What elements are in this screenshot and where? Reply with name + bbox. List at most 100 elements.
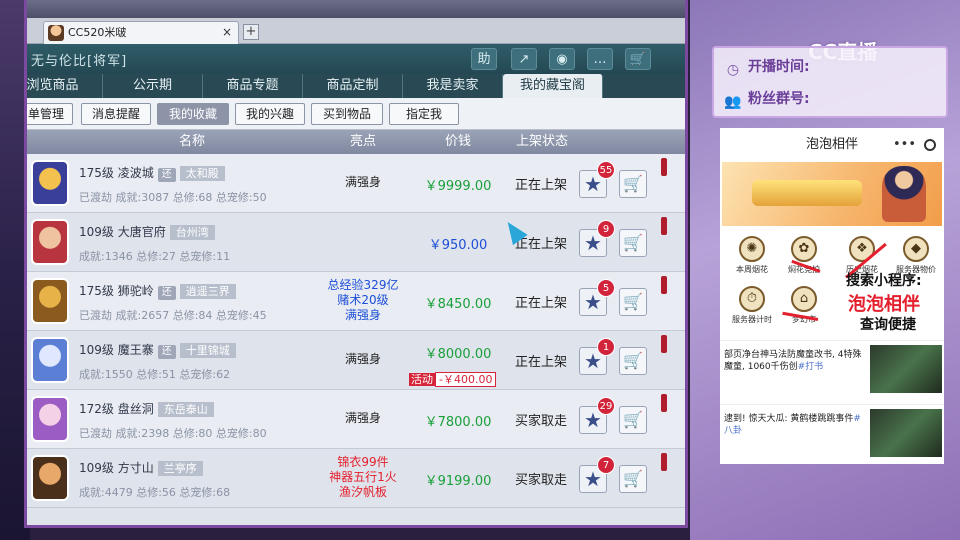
add-to-cart-icon[interactable]: 🛒 bbox=[619, 406, 647, 434]
news-text: 部页净台神马法防魔童改书, 4特殊魔童, 1060千伤创#打书 bbox=[724, 349, 864, 373]
subtab-assigned[interactable]: 指定我 bbox=[389, 103, 459, 125]
subtab-bought[interactable]: 买到物品 bbox=[311, 103, 383, 125]
add-to-cart-icon[interactable]: 🛒 bbox=[619, 465, 647, 493]
banner-text-plate bbox=[752, 180, 862, 206]
role-name[interactable]: 175级 凌波城还太和殿 bbox=[79, 164, 225, 182]
price: ￥9199.00 bbox=[424, 474, 492, 489]
return-tag: 还 bbox=[157, 345, 176, 359]
help-icon[interactable]: 助 bbox=[471, 48, 497, 70]
return-tag: 还 bbox=[157, 168, 176, 182]
server-tag: 东岳泰山 bbox=[157, 402, 214, 417]
server-tag: 兰亭序 bbox=[157, 461, 203, 476]
highlight-text: 渔汐帆板 bbox=[338, 485, 387, 499]
add-to-cart-icon[interactable]: 🛒 bbox=[619, 170, 647, 198]
miniapp-title-text: 泡泡相伴 bbox=[805, 137, 858, 152]
banner-character bbox=[882, 166, 926, 222]
return-tag: 还 bbox=[157, 286, 176, 300]
red-side-marker bbox=[661, 394, 667, 412]
clock-icon: ◷ bbox=[726, 62, 740, 78]
fireworks-week-button[interactable]: ✺ 本周烟花 bbox=[726, 236, 778, 275]
server-tag: 太和殿 bbox=[179, 166, 225, 181]
role-level-school: 109级 魔王寨 bbox=[79, 343, 154, 357]
role-level-school: 109级 大唐官府 bbox=[79, 225, 166, 239]
red-side-marker bbox=[661, 276, 667, 294]
highlight-text: 满强身 bbox=[344, 352, 381, 366]
share-icon[interactable]: ↗ bbox=[511, 48, 537, 70]
avatar[interactable] bbox=[31, 160, 69, 206]
ad-convenient: 查询便捷 bbox=[860, 317, 916, 333]
tab-seller[interactable]: 我是卖家 bbox=[403, 74, 503, 98]
subtab-interests[interactable]: 我的兴趣 bbox=[235, 103, 305, 125]
col-price: 价钱 bbox=[444, 134, 471, 149]
role-name[interactable]: 109级 魔王寨还十里锦城 bbox=[79, 341, 236, 359]
role-level-school: 109级 方寸山 bbox=[79, 461, 154, 475]
highlight-text: 锦衣99件 bbox=[337, 455, 389, 469]
table-row[interactable]: 175级 凌波城还太和殿 已渡劫 成就:3087 总修:68 总宠修:50 满强身 ￥… bbox=[27, 154, 685, 213]
server-tag: 台州湾 bbox=[169, 225, 215, 240]
tab-my-treasure[interactable]: 我的藏宝阁 bbox=[503, 74, 603, 98]
target-icon[interactable] bbox=[924, 139, 936, 151]
highlight-text: 神器五行1火 bbox=[329, 470, 397, 484]
table-row[interactable]: 175级 狮驼岭还逍遥三界 已渡劫 成就:2657 总修:84 总宠修:45 总经验… bbox=[27, 272, 685, 331]
red-side-marker bbox=[661, 335, 667, 353]
fans-group-label: 粉丝群号: bbox=[748, 91, 810, 107]
avatar[interactable] bbox=[31, 337, 69, 383]
highlight-text: 满强身 bbox=[344, 308, 381, 322]
table-body: 175级 凌波城还太和殿 已渡劫 成就:3087 总修:68 总宠修:50 满强身 ￥… bbox=[27, 154, 685, 508]
table-row[interactable]: 109级 方寸山 兰亭序成就:4479 总修:56 总宠修:68 锦衣99件 神器五行… bbox=[27, 449, 685, 508]
avatar[interactable] bbox=[31, 278, 69, 324]
table-row[interactable]: 109级 大唐官府 台州湾 成就:1346 总修:27 总宠修:11 ￥950.00 正… bbox=[27, 213, 685, 272]
more-icon[interactable]: ••• bbox=[893, 128, 916, 162]
table-row[interactable]: 109级 魔王寨还十里锦城 成就:1550 总修:51 总宠修:62 满强身 ￥800… bbox=[27, 331, 685, 390]
promo-tag: 活动 bbox=[409, 373, 435, 386]
role-stats: 成就:4479 总修:56 总宠修:68 bbox=[79, 486, 231, 499]
tab-custom[interactable]: 商品定制 bbox=[303, 74, 403, 98]
news-thumbnail bbox=[870, 409, 942, 457]
browser-tab[interactable]: CC520米啵 × bbox=[43, 21, 239, 44]
role-name[interactable]: 109级 方寸山 兰亭序 bbox=[79, 459, 203, 476]
role-stats: 已渡劫 成就:2657 总修:84 总宠修:45 bbox=[79, 309, 267, 322]
market-button[interactable]: ⌂ 梦幻市 bbox=[778, 286, 830, 325]
subtab-manage[interactable]: 单管理 bbox=[27, 103, 73, 125]
price: ￥7800.00 bbox=[424, 415, 492, 430]
favorite-count-badge: 29 bbox=[597, 397, 615, 415]
fireworks-icon: ✺ bbox=[739, 236, 765, 262]
tab-topics[interactable]: 商品专题 bbox=[203, 74, 303, 98]
add-to-cart-icon[interactable]: 🛒 bbox=[619, 229, 647, 257]
subtab-messages[interactable]: 消息提醒 bbox=[81, 103, 151, 125]
tab-notice[interactable]: 公示期 bbox=[103, 74, 203, 98]
tab-browse[interactable]: 浏览商品 bbox=[27, 74, 103, 98]
role-name[interactable]: 172级 盘丝洞 东岳泰山 bbox=[79, 400, 214, 417]
promo: 活动 -￥400.00 bbox=[409, 371, 497, 387]
miniapp-title: 泡泡相伴 ••• bbox=[720, 128, 944, 162]
price-icon: ◆ bbox=[903, 236, 929, 262]
avatar[interactable] bbox=[31, 396, 69, 442]
auction-button[interactable]: ✿ 焖花竞拍 bbox=[778, 236, 830, 275]
group-icon: 👥 bbox=[724, 94, 742, 110]
price: ￥8450.00 bbox=[424, 297, 492, 312]
role-name[interactable]: 109级 大唐官府 台州湾 bbox=[79, 223, 215, 240]
role-name[interactable]: 175级 狮驼岭还逍遥三界 bbox=[79, 282, 236, 300]
subtab-favorites[interactable]: 我的收藏 bbox=[157, 103, 229, 125]
news-item[interactable]: 部页净台神马法防魔童改书, 4特殊魔童, 1060千伤创#打书 bbox=[720, 340, 944, 398]
main-nav: 浏览商品 公示期 商品专题 商品定制 我是卖家 我的藏宝阁 bbox=[27, 74, 685, 98]
close-icon[interactable]: × bbox=[222, 22, 232, 43]
avatar[interactable] bbox=[31, 455, 69, 501]
add-to-cart-icon[interactable]: 🛒 bbox=[619, 347, 647, 375]
chat-icon[interactable]: … bbox=[587, 48, 613, 70]
highlight-text: 赌术20级 bbox=[337, 293, 389, 307]
favorite-count-badge: 5 bbox=[597, 279, 615, 297]
record-icon[interactable]: ◉ bbox=[549, 48, 575, 70]
avatar[interactable] bbox=[31, 219, 69, 265]
new-tab-button[interactable]: + bbox=[243, 24, 259, 40]
status-text: 正在上架 bbox=[514, 296, 567, 311]
icon-label: 服务器计时 bbox=[732, 315, 772, 324]
server-timer-button[interactable]: ⏱ 服务器计时 bbox=[726, 286, 778, 325]
news-item[interactable]: 逮到! 惊天大瓜: 黄鹤楼跳跳事件#八卦 bbox=[720, 404, 944, 462]
ad-app-name: 泡泡相伴 bbox=[848, 294, 920, 315]
table-row[interactable]: 172级 盘丝洞 东岳泰山 已渡劫 成就:2398 总修:80 总宠修:80 满强身 ￥… bbox=[27, 390, 685, 449]
timer-icon: ⏱ bbox=[739, 286, 765, 312]
miniapp-banner[interactable] bbox=[722, 162, 942, 226]
cart-icon[interactable]: 🛒 bbox=[625, 48, 651, 70]
add-to-cart-icon[interactable]: 🛒 bbox=[619, 288, 647, 316]
